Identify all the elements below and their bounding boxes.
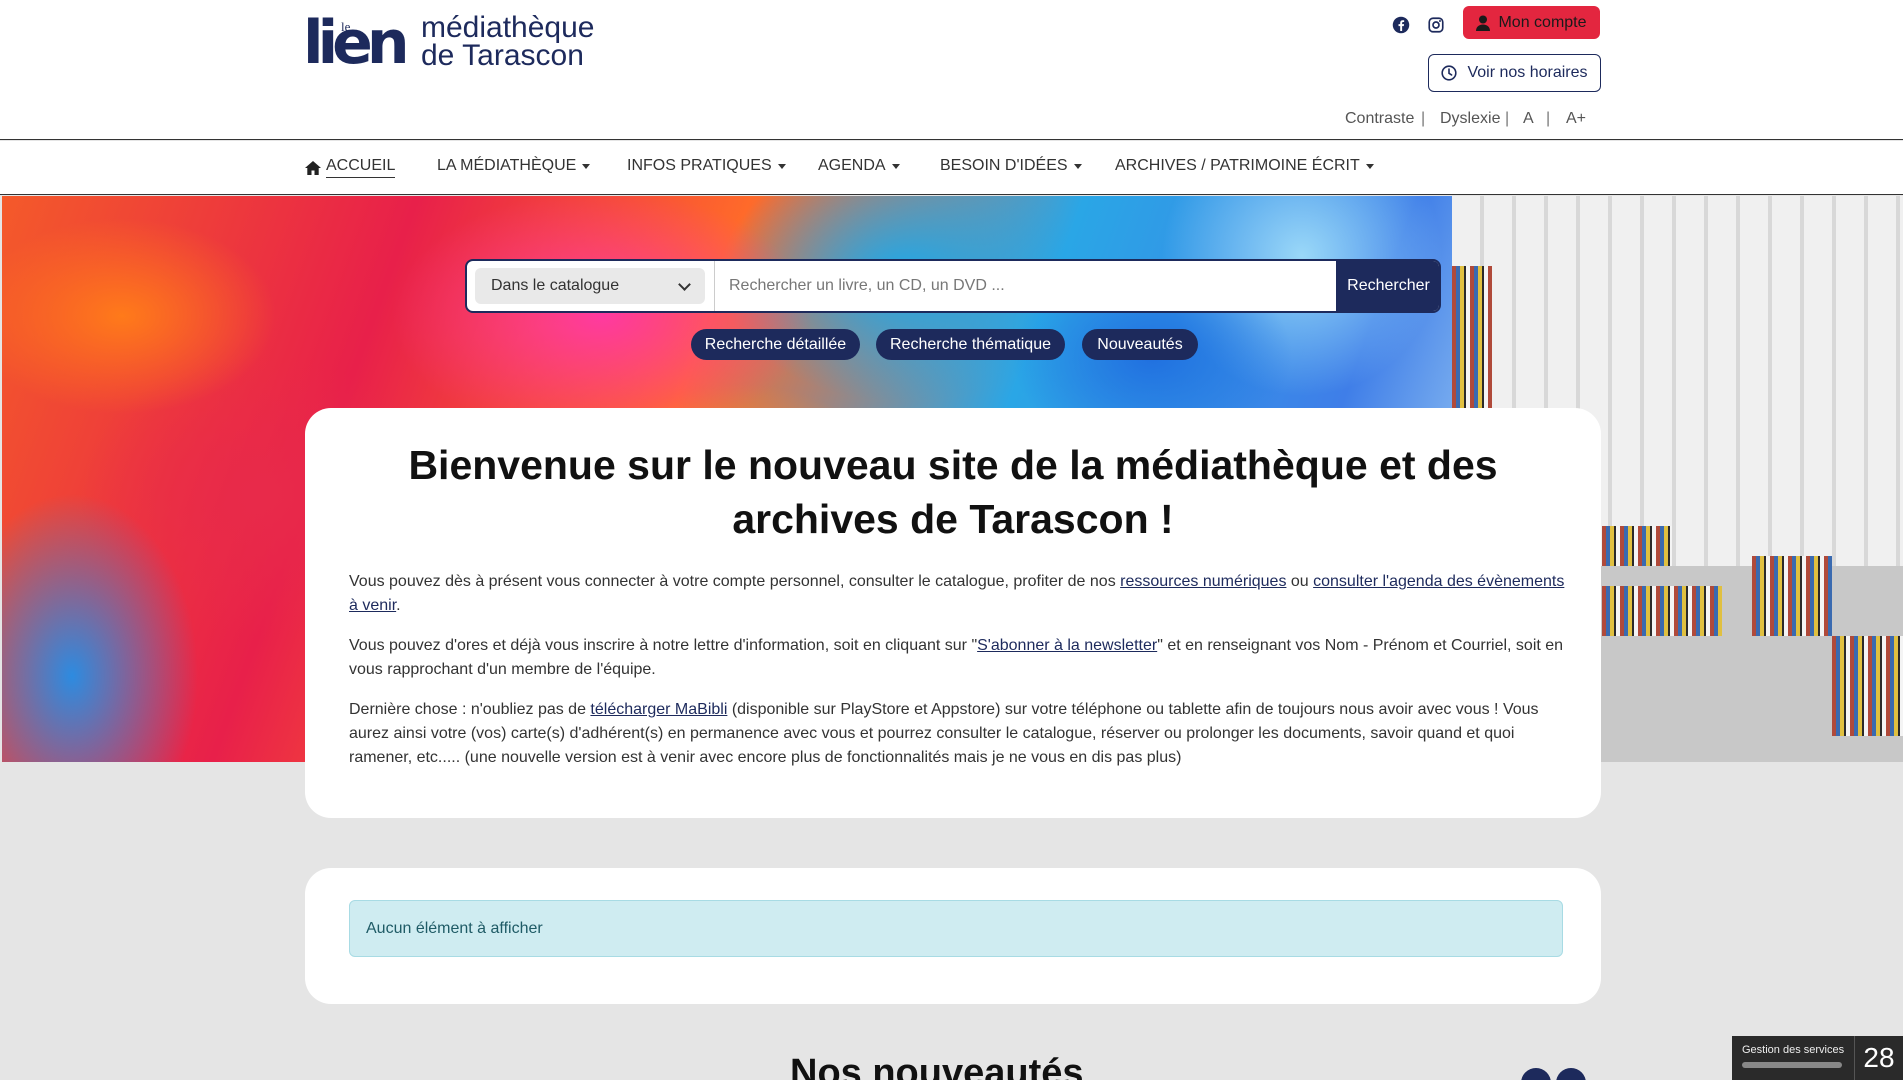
font-size-normal[interactable]: A <box>1523 110 1534 128</box>
services-count: 28 <box>1854 1036 1903 1080</box>
nav-label: ARCHIVES / PATRIMOINE ÉCRIT <box>1115 157 1360 174</box>
nav-item-infos-pratiques[interactable]: INFOS PRATIQUES <box>627 157 786 175</box>
caret-down-icon <box>1073 163 1082 169</box>
thematic-search-link[interactable]: Recherche thématique <box>876 329 1065 360</box>
nav-item-besoin-idees[interactable]: BESOIN D'IDÉES <box>940 157 1082 175</box>
nav-label: LA MÉDIATHÈQUE <box>437 157 577 174</box>
font-size-large[interactable]: A+ <box>1566 110 1586 128</box>
newsletter-link[interactable]: S'abonner à la newsletter <box>977 637 1157 654</box>
caret-down-icon <box>777 163 786 169</box>
nav-label: BESOIN D'IDÉES <box>940 157 1068 174</box>
home-icon <box>305 160 321 175</box>
mabibli-download-link[interactable]: télécharger MaBibli <box>590 701 727 718</box>
facebook-icon[interactable] <box>1390 14 1412 36</box>
services-label: Gestion des services <box>1742 1044 1845 1056</box>
nav-item-agenda[interactable]: AGENDA <box>818 157 900 175</box>
news-card: Aucun élément à afficher <box>305 868 1601 1004</box>
opening-hours-label: Voir nos horaires <box>1467 64 1588 81</box>
my-account-button[interactable]: Mon compte <box>1463 6 1600 39</box>
nav-item-accueil[interactable]: ACCUEIL <box>304 157 396 178</box>
advanced-search-link[interactable]: Recherche détaillée <box>691 329 860 360</box>
welcome-paragraph-1: Vous pouvez dès à présent vous connecter… <box>349 573 1565 614</box>
search-button[interactable]: Rechercher <box>1336 261 1439 311</box>
caret-down-icon <box>582 163 591 169</box>
logo-text: médiathèque de Tarascon <box>421 11 595 72</box>
logo-line1: médiathèque <box>421 11 595 44</box>
new-items-link[interactable]: Nouveautés <box>1082 329 1198 360</box>
search-scope-value: Dans le catalogue <box>491 277 620 294</box>
carousel-next-button[interactable] <box>1556 1068 1586 1080</box>
welcome-title: Bienvenue sur le nouveau site de la médi… <box>408 442 1498 542</box>
instagram-icon[interactable] <box>1425 14 1447 36</box>
caret-down-icon <box>1365 163 1374 169</box>
digital-resources-link[interactable]: ressources numériques <box>1120 573 1286 590</box>
caret-down-icon <box>891 163 900 169</box>
chevron-down-icon <box>678 278 691 291</box>
catalog-search-form: Dans le catalogue Rechercher <box>465 259 1441 313</box>
carousel-prev-button[interactable] <box>1521 1068 1551 1080</box>
logo-lien: lien <box>303 8 410 78</box>
logo-le: le <box>341 19 351 34</box>
services-bar <box>1742 1062 1842 1068</box>
search-input[interactable] <box>715 261 1335 311</box>
nav-label: AGENDA <box>818 157 886 174</box>
user-icon <box>1476 15 1491 31</box>
search-scope-select[interactable]: Dans le catalogue <box>475 268 705 304</box>
site-logo[interactable]: lien le médiathèque de Tarascon <box>303 8 623 78</box>
welcome-card: Bienvenue sur le nouveau site de la médi… <box>305 408 1601 818</box>
nouveautes-title: Nos nouveautés <box>790 1052 1084 1080</box>
clock-icon <box>1441 65 1458 81</box>
welcome-paragraph-2: Vous pouvez d'ores et déjà vous inscrire… <box>349 637 1564 678</box>
main-navigation: ACCUEIL LA MÉDIATHÈQUE INFOS PRATIQUES A… <box>0 141 1903 195</box>
welcome-paragraph-3: Dernière chose : n'oubliez pas de téléch… <box>349 701 1539 766</box>
site-header: lien le médiathèque de Tarascon Mon comp… <box>0 0 1903 140</box>
logo-line2: de Tarascon <box>421 39 584 72</box>
contrast-toggle[interactable]: Contraste <box>1345 110 1414 128</box>
a11y-separator: | <box>1546 110 1551 127</box>
logo-mark: lien le <box>303 8 415 78</box>
opening-hours-button[interactable]: Voir nos horaires <box>1428 54 1601 92</box>
nav-item-archives[interactable]: ARCHIVES / PATRIMOINE ÉCRIT <box>1115 157 1374 175</box>
dyslexia-toggle[interactable]: Dyslexie <box>1440 110 1500 128</box>
a11y-separator: | <box>1421 110 1426 127</box>
nav-label: ACCUEIL <box>326 157 396 178</box>
services-manager-widget[interactable]: Gestion des services 28 <box>1732 1036 1903 1080</box>
nav-item-mediatheque[interactable]: LA MÉDIATHÈQUE <box>437 157 591 175</box>
a11y-separator: | <box>1505 110 1510 127</box>
my-account-label: Mon compte <box>1498 13 1587 31</box>
nav-label: INFOS PRATIQUES <box>627 157 772 174</box>
empty-notice: Aucun élément à afficher <box>349 900 1563 957</box>
